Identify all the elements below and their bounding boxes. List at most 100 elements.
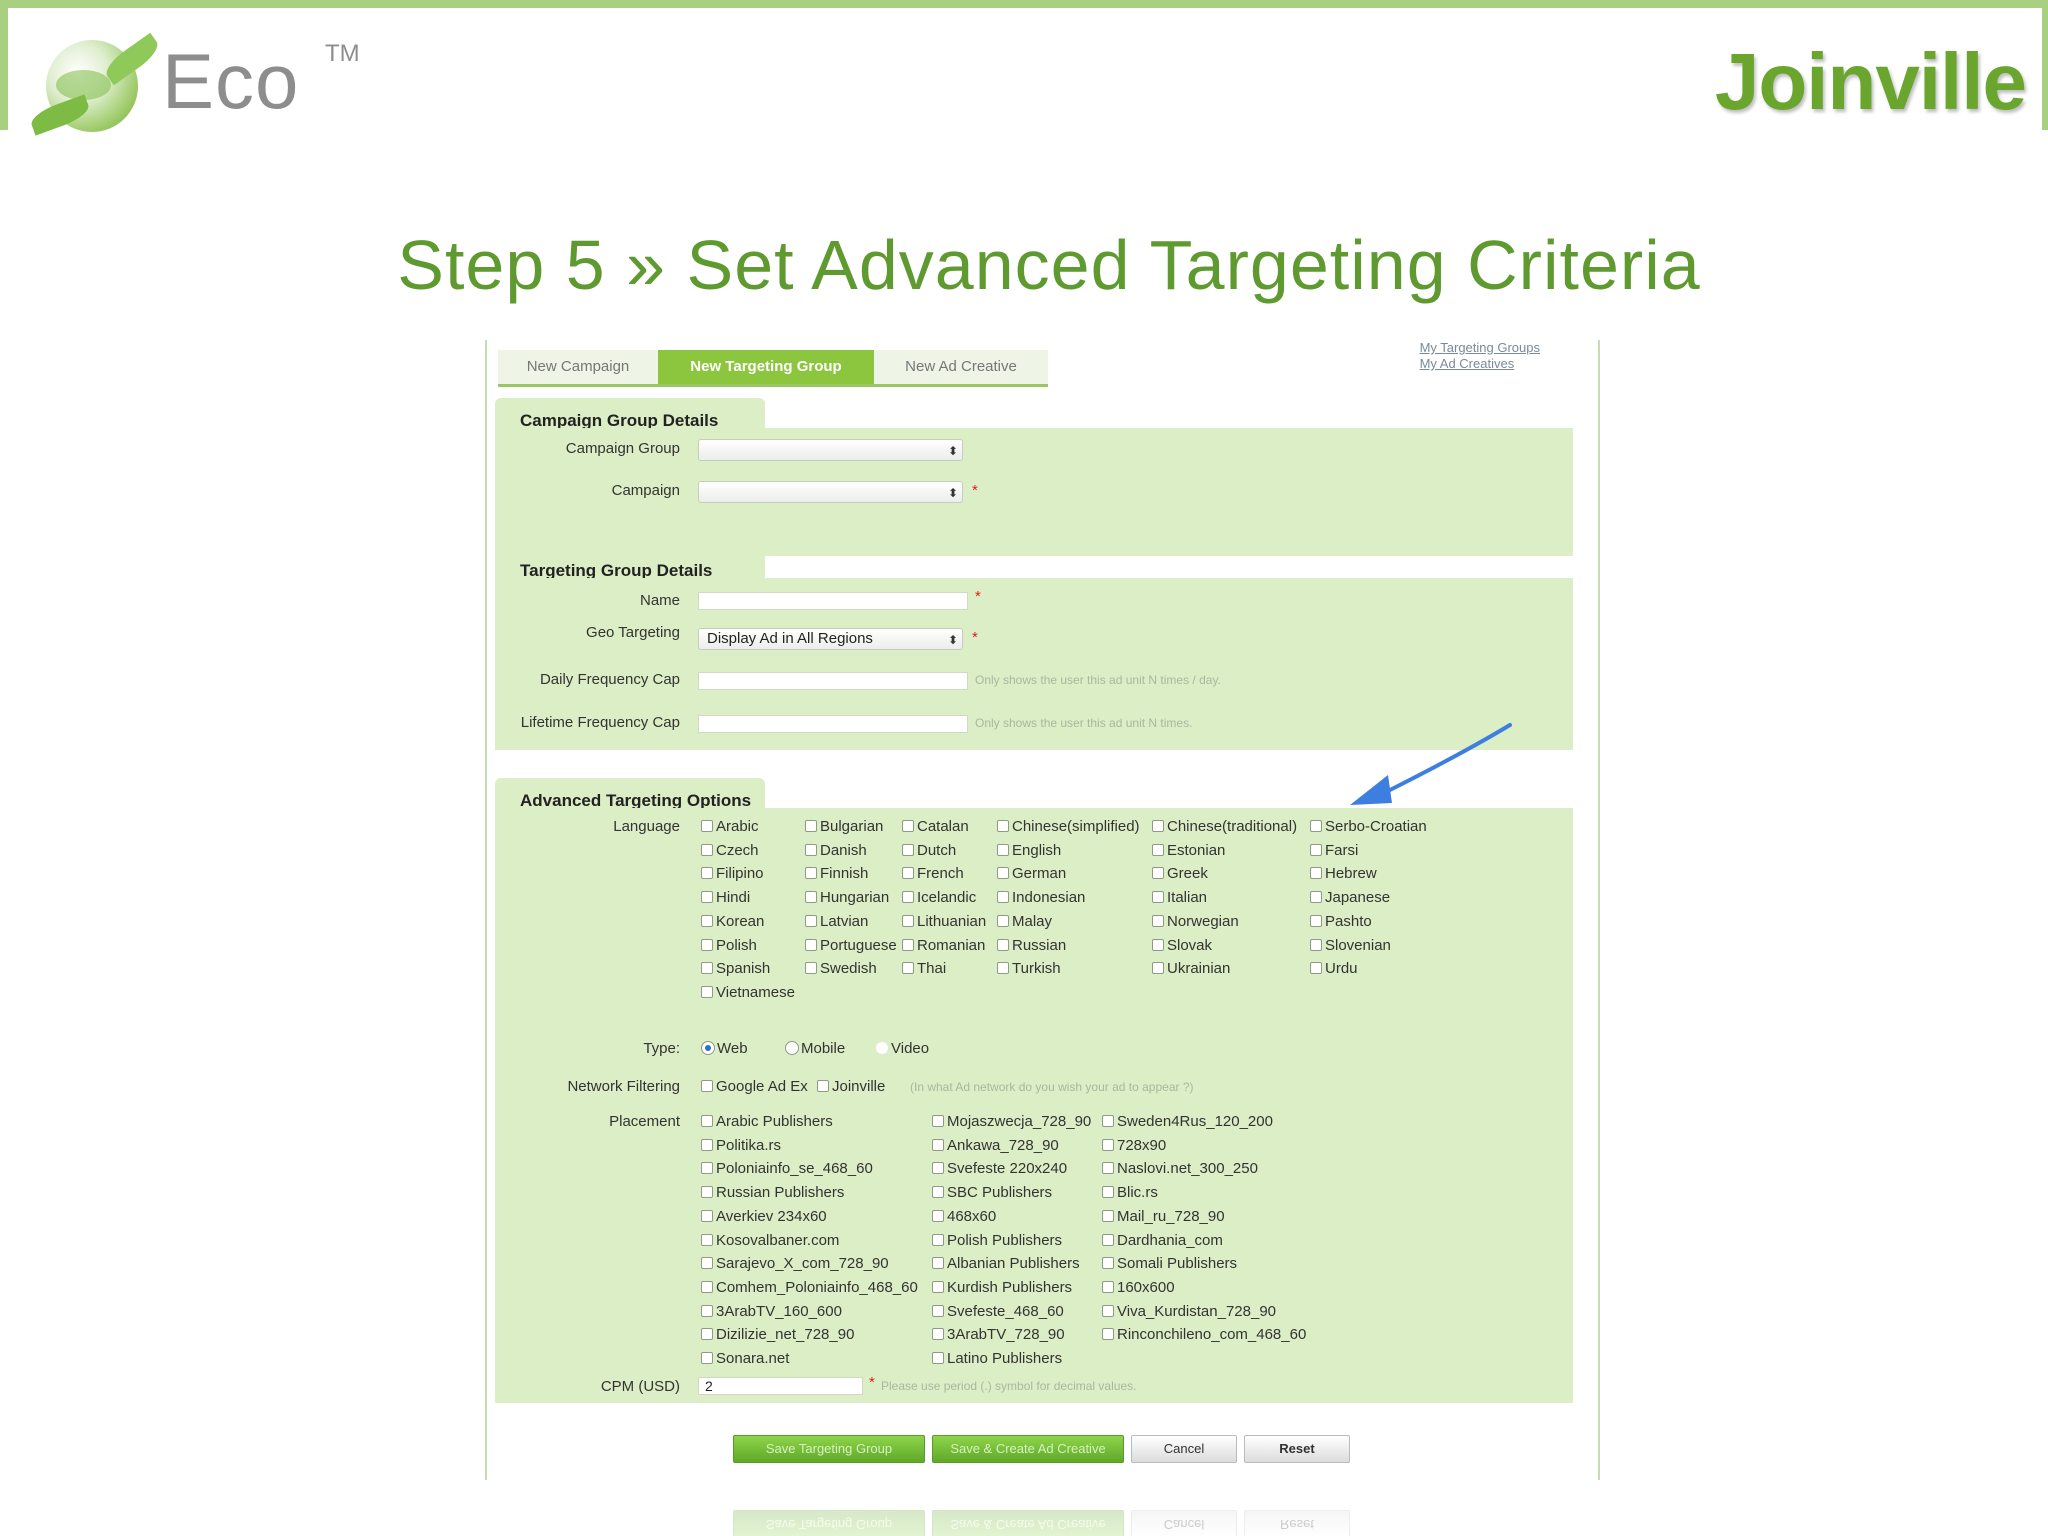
placement-checkbox[interactable]: Svefeste_468_60	[932, 1303, 1064, 1320]
language-checkbox[interactable]: Italian	[1152, 889, 1207, 906]
save-and-create-ad-creative-button[interactable]: Save & Create Ad Creative	[932, 1435, 1124, 1463]
language-checkbox[interactable]: French	[902, 865, 964, 882]
placement-checkbox[interactable]: Blic.rs	[1102, 1184, 1158, 1201]
placement-checkbox[interactable]: Sonara.net	[701, 1350, 789, 1367]
language-checkbox[interactable]: Turkish	[997, 960, 1061, 977]
placement-checkbox[interactable]: Svefeste 220x240	[932, 1160, 1067, 1177]
language-checkbox[interactable]: Serbo-Croatian	[1310, 818, 1427, 835]
reset-button[interactable]: Reset	[1244, 1435, 1350, 1463]
language-checkbox[interactable]: Norwegian	[1152, 913, 1239, 930]
save-targeting-group-button[interactable]: Save Targeting Group	[733, 1435, 925, 1463]
placement-checkbox[interactable]: Dizilizie_net_728_90	[701, 1326, 854, 1343]
network-google-ad-ex-checkbox[interactable]: Google Ad Ex	[701, 1078, 808, 1095]
placement-checkbox[interactable]: 728x90	[1102, 1137, 1166, 1154]
tab-new-targeting-group[interactable]: New Targeting Group	[658, 350, 874, 384]
language-checkbox[interactable]: Urdu	[1310, 960, 1358, 977]
placement-checkbox[interactable]: Sarajevo_X_com_728_90	[701, 1255, 889, 1272]
language-checkbox[interactable]: Romanian	[902, 937, 985, 954]
language-checkbox[interactable]: Latvian	[805, 913, 868, 930]
placement-checkbox[interactable]: Latino Publishers	[932, 1350, 1062, 1367]
language-checkbox[interactable]: Chinese(simplified)	[997, 818, 1140, 835]
language-checkbox[interactable]: Polish	[701, 937, 757, 954]
placement-checkbox[interactable]: Sweden4Rus_120_200	[1102, 1113, 1273, 1130]
geo-targeting-select[interactable]: Display Ad in All Regions ⬍	[698, 628, 963, 650]
language-checkbox[interactable]: Spanish	[701, 960, 770, 977]
placement-checkbox[interactable]: Kurdish Publishers	[932, 1279, 1072, 1296]
placement-checkbox[interactable]: Russian Publishers	[701, 1184, 844, 1201]
language-label-text: English	[1012, 841, 1062, 859]
placement-checkbox[interactable]: 3ArabTV_160_600	[701, 1303, 842, 1320]
language-checkbox[interactable]: Estonian	[1152, 842, 1225, 859]
tab-new-ad-creative[interactable]: New Ad Creative	[874, 350, 1048, 384]
placement-checkbox[interactable]: Naslovi.net_300_250	[1102, 1160, 1258, 1177]
placement-checkbox[interactable]: 468x60	[932, 1208, 996, 1225]
placement-checkbox[interactable]: Dardhania_com	[1102, 1232, 1223, 1249]
language-checkbox[interactable]: Indonesian	[997, 889, 1085, 906]
language-checkbox[interactable]: Lithuanian	[902, 913, 986, 930]
placement-checkbox[interactable]: Comhem_Poloniainfo_468_60	[701, 1279, 918, 1296]
placement-checkbox[interactable]: Albanian Publishers	[932, 1255, 1080, 1272]
language-checkbox[interactable]: Ukrainian	[1152, 960, 1230, 977]
placement-checkbox[interactable]: Arabic Publishers	[701, 1113, 833, 1130]
language-checkbox[interactable]: Thai	[902, 960, 946, 977]
language-label-text: Greek	[1167, 865, 1208, 883]
my-targeting-groups-link[interactable]: My Targeting Groups	[1420, 340, 1540, 356]
placement-checkbox[interactable]: Mojaszwecja_728_90	[932, 1113, 1091, 1130]
language-checkbox[interactable]: Hungarian	[805, 889, 889, 906]
placement-checkbox[interactable]: Mail_ru_728_90	[1102, 1208, 1225, 1225]
name-input[interactable]	[698, 592, 968, 610]
language-checkbox[interactable]: Pashto	[1310, 913, 1372, 930]
placement-label-text: 468x60	[947, 1207, 997, 1225]
placement-checkbox[interactable]: Poloniainfo_se_468_60	[701, 1160, 873, 1177]
language-checkbox[interactable]: Icelandic	[902, 889, 976, 906]
language-checkbox[interactable]: Dutch	[902, 842, 956, 859]
language-checkbox[interactable]: Slovenian	[1310, 937, 1391, 954]
placement-checkbox[interactable]: Politika.rs	[701, 1137, 781, 1154]
campaign-select[interactable]: ⬍	[698, 481, 963, 503]
tab-new-campaign[interactable]: New Campaign	[498, 350, 658, 384]
cancel-button[interactable]: Cancel	[1131, 1435, 1237, 1463]
language-checkbox[interactable]: Filipino	[701, 865, 764, 882]
my-ad-creatives-link[interactable]: My Ad Creatives	[1420, 356, 1540, 372]
language-checkbox[interactable]: Bulgarian	[805, 818, 883, 835]
language-checkbox[interactable]: Finnish	[805, 865, 868, 882]
type-video-radio[interactable]: Video	[875, 1040, 929, 1057]
placement-checkbox[interactable]: Ankawa_728_90	[932, 1137, 1059, 1154]
language-checkbox[interactable]: Malay	[997, 913, 1052, 930]
placement-checkbox[interactable]: Rinconchileno_com_468_60	[1102, 1326, 1306, 1343]
placement-checkbox[interactable]: Averkiev 234x60	[701, 1208, 827, 1225]
placement-checkbox[interactable]: Somali Publishers	[1102, 1255, 1237, 1272]
cpm-input[interactable]: 2	[698, 1377, 863, 1395]
language-checkbox[interactable]: Portuguese	[805, 937, 897, 954]
placement-checkbox[interactable]: 160x600	[1102, 1279, 1175, 1296]
language-checkbox[interactable]: German	[997, 865, 1066, 882]
buttons-reflection: Save Targeting Group Save & Create Ad Cr…	[485, 1500, 1600, 1536]
language-checkbox[interactable]: Japanese	[1310, 889, 1390, 906]
language-checkbox[interactable]: Farsi	[1310, 842, 1358, 859]
language-checkbox[interactable]: Korean	[701, 913, 764, 930]
language-checkbox[interactable]: Catalan	[902, 818, 969, 835]
language-checkbox[interactable]: Hebrew	[1310, 865, 1377, 882]
network-joinville-checkbox[interactable]: Joinville	[817, 1078, 885, 1095]
language-checkbox[interactable]: Chinese(traditional)	[1152, 818, 1297, 835]
language-checkbox[interactable]: Arabic	[701, 818, 759, 835]
language-checkbox[interactable]: Vietnamese	[701, 984, 795, 1001]
type-mobile-radio[interactable]: Mobile	[785, 1040, 845, 1057]
language-checkbox[interactable]: Slovak	[1152, 937, 1212, 954]
placement-checkbox[interactable]: Polish Publishers	[932, 1232, 1062, 1249]
placement-checkbox[interactable]: Viva_Kurdistan_728_90	[1102, 1303, 1276, 1320]
language-checkbox[interactable]: Hindi	[701, 889, 750, 906]
lifetime-frequency-cap-input[interactable]	[698, 715, 968, 733]
type-web-radio[interactable]: Web	[701, 1040, 748, 1057]
placement-checkbox[interactable]: SBC Publishers	[932, 1184, 1052, 1201]
campaign-group-select[interactable]: ⬍	[698, 439, 963, 461]
language-checkbox[interactable]: Russian	[997, 937, 1066, 954]
placement-checkbox[interactable]: Kosovalbaner.com	[701, 1232, 839, 1249]
language-checkbox[interactable]: Swedish	[805, 960, 877, 977]
daily-frequency-cap-input[interactable]	[698, 672, 968, 690]
language-checkbox[interactable]: Greek	[1152, 865, 1208, 882]
language-checkbox[interactable]: Czech	[701, 842, 759, 859]
placement-checkbox[interactable]: 3ArabTV_728_90	[932, 1326, 1065, 1343]
language-checkbox[interactable]: Danish	[805, 842, 867, 859]
language-checkbox[interactable]: English	[997, 842, 1061, 859]
